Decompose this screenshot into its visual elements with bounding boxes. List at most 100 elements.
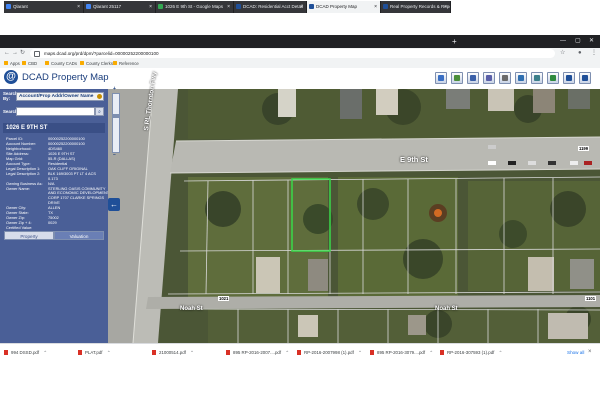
bookmark-item[interactable]: CBD xyxy=(22,59,37,68)
download-item[interactable]: RP-2016-2007998 (1).pdf ⌃ xyxy=(297,347,362,358)
download-item[interactable]: RP-2016-307593 (1).pdf ⌃ xyxy=(440,347,502,358)
close-tab-icon[interactable]: × xyxy=(374,1,377,13)
browser-tab-label: DCAD: Residential Acct Detail xyxy=(243,4,304,9)
close-tab-icon[interactable]: × xyxy=(149,1,152,13)
minimize-icon[interactable]: — xyxy=(560,35,566,48)
close-tab-icon[interactable]: × xyxy=(227,1,230,13)
download-item[interactable]: 21000514.pdf ⌃ xyxy=(152,347,194,358)
bookmark-item[interactable]: County CADs xyxy=(45,59,77,68)
browser-tab[interactable]: Qlarant 25117 × xyxy=(84,1,156,13)
bookmark-label: CBD xyxy=(28,61,38,66)
download-menu-chevron-icon[interactable]: ⌃ xyxy=(107,347,111,358)
aerial-map[interactable] xyxy=(108,89,600,343)
download-menu-chevron-icon[interactable]: ⌃ xyxy=(358,347,362,358)
address-number-1021: 1021 xyxy=(218,296,230,301)
download-menu-chevron-icon[interactable]: ⌃ xyxy=(285,347,289,358)
download-menu-chevron-icon[interactable]: ⌃ xyxy=(190,347,194,358)
layers-icon[interactable] xyxy=(483,72,495,84)
bookmark-item[interactable]: County Clerks xyxy=(80,59,113,68)
tab-valuation[interactable]: Valuation xyxy=(54,231,104,240)
property-info-row: Legal Description 2: BLK 169/3003 PT LT 4… xyxy=(6,170,96,176)
street-label-9th: E 9th St xyxy=(400,155,428,164)
address-number-1199: 1199 xyxy=(578,146,590,151)
browser-tab[interactable]: DCAD: Residential Acct Detail × xyxy=(234,1,307,13)
document-icon[interactable] xyxy=(515,72,527,84)
download-file-name: PLAT.pdf xyxy=(85,350,103,355)
new-tab-button[interactable]: + xyxy=(452,36,457,47)
maximize-icon[interactable]: ▢ xyxy=(575,35,581,48)
profile-icon[interactable]: ● xyxy=(578,48,582,59)
download-menu-chevron-icon[interactable]: ⌃ xyxy=(499,347,503,358)
tab-favicon-icon xyxy=(309,4,314,9)
back-icon[interactable]: ← xyxy=(4,48,10,59)
property-info-row: Certified Value: xyxy=(6,225,32,230)
lock-icon xyxy=(34,51,40,57)
download-file-name: 895 RP-2016-2007....pdf xyxy=(233,350,282,355)
browser-tab[interactable]: Qlarant × xyxy=(4,1,84,13)
logo-small-icon[interactable] xyxy=(563,72,575,84)
aerial-imagery xyxy=(108,89,600,343)
tab-favicon-icon xyxy=(158,4,163,9)
bookmark-item[interactable]: Reference xyxy=(113,59,139,68)
star-icon[interactable]: ☆ xyxy=(560,48,565,59)
collapse-panel-arrow-icon[interactable]: ← xyxy=(108,198,120,211)
tab-favicon-icon xyxy=(86,4,91,9)
pdf-file-icon xyxy=(440,350,444,355)
download-item[interactable]: 895 RP-2016-3079....pdf ⌃ xyxy=(370,347,433,358)
street-label-noah-left: Noah St xyxy=(180,306,203,312)
close-tab-icon[interactable]: × xyxy=(77,1,80,13)
zoom-out-button[interactable]: − xyxy=(113,152,116,158)
tab-favicon-icon xyxy=(383,4,388,9)
download-item[interactable]: 895 RP-2016-2007....pdf ⌃ xyxy=(226,347,289,358)
menu-icon[interactable]: ⋮ xyxy=(591,48,597,59)
pdf-file-icon xyxy=(297,350,301,355)
download-item[interactable]: PLAT.pdf ⌃ xyxy=(78,347,111,358)
grid-icon[interactable] xyxy=(531,72,543,84)
gear-icon[interactable] xyxy=(97,94,102,99)
zoom-slider-handle[interactable] xyxy=(113,114,119,118)
search-by-label: Search By: xyxy=(3,91,18,101)
zoom-slider[interactable] xyxy=(112,93,120,153)
bar-chart-icon[interactable] xyxy=(467,72,479,84)
pdf-file-icon xyxy=(226,350,230,355)
reload-icon[interactable]: ↻ xyxy=(20,48,25,59)
close-tab-icon[interactable]: × xyxy=(444,1,447,13)
zoom-in-button[interactable]: + xyxy=(113,86,116,92)
forward-icon[interactable]: → xyxy=(12,48,18,59)
browser-tab[interactable]: 1026 E 9th St - Google Maps × xyxy=(156,1,234,13)
close-tab-icon[interactable]: × xyxy=(300,1,303,13)
download-item[interactable]: 994 DSSD.pdf ⌃ xyxy=(4,347,47,358)
search-input[interactable] xyxy=(16,107,95,116)
browser-tab[interactable]: DCAD Property Map × xyxy=(307,1,381,13)
browser-tab-label: Qlarant xyxy=(13,4,28,9)
help-icon[interactable] xyxy=(579,72,591,84)
search-icon[interactable]: ⌕ xyxy=(95,107,104,116)
search-by-select[interactable]: Account/Prop Addr/Owner Name xyxy=(16,92,104,101)
download-menu-chevron-icon[interactable]: ⌃ xyxy=(429,347,433,358)
close-window-icon[interactable]: ✕ xyxy=(589,35,594,48)
close-downloads-bar-icon[interactable]: × xyxy=(588,347,592,358)
download-menu-chevron-icon[interactable]: ⌃ xyxy=(43,347,47,358)
print-icon[interactable] xyxy=(499,72,511,84)
url-field[interactable]: maps.dcad.org/prd/dpm/?parcelid=00000252… xyxy=(30,49,555,58)
browser-tab[interactable]: Real Property Records & Report × xyxy=(381,1,451,13)
zoom-icon[interactable] xyxy=(435,72,447,84)
show-all-downloads-link[interactable]: Show all xyxy=(567,347,584,358)
download-file-name: RP-2016-307593 (1).pdf xyxy=(447,350,495,355)
bookmark-label: County CADs xyxy=(51,61,78,66)
dcad-logo-icon: @ xyxy=(4,70,18,84)
browser-tab-label: 1026 E 9th St - Google Maps xyxy=(165,4,224,9)
bookmark-label: County Clerks xyxy=(86,61,113,66)
property-info-value: 0029 xyxy=(48,220,57,226)
folder-icon xyxy=(22,61,26,65)
folder-icon xyxy=(45,61,49,65)
property-info-key: Legal Description 2: xyxy=(6,170,41,176)
bookmark-label: Reference xyxy=(119,61,139,66)
pin-icon[interactable] xyxy=(547,72,559,84)
address-number-1101: 1101 xyxy=(585,296,597,301)
bookmark-item[interactable]: Apps xyxy=(4,59,20,68)
tab-property[interactable]: Property xyxy=(4,231,54,240)
property-info-key: Owner Name: xyxy=(6,185,30,191)
property-title: 1026 E 9TH ST xyxy=(3,123,105,133)
map-icon[interactable] xyxy=(451,72,463,84)
